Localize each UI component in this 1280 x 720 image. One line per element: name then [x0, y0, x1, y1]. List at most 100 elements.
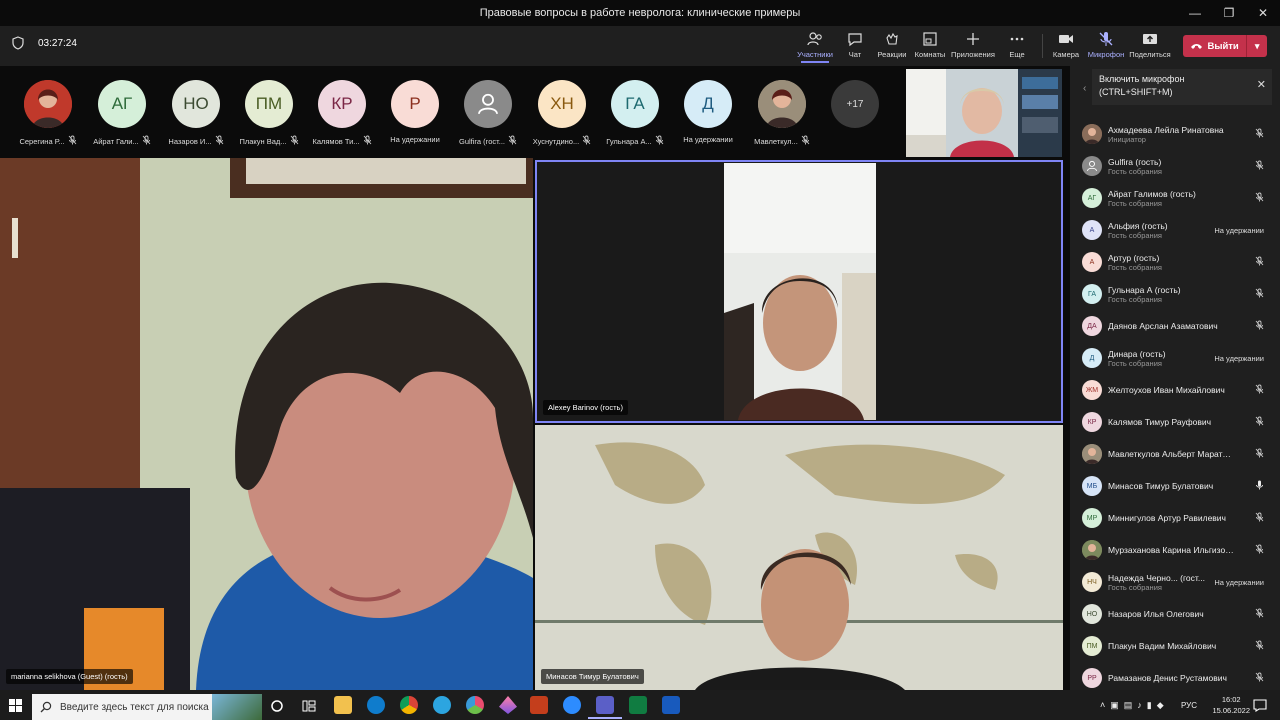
participant-row[interactable]: Gulfira (гость) Гость собрания — [1082, 151, 1272, 181]
chrome-icon[interactable] — [400, 696, 418, 714]
strip-participant-name: Хуснутдино... — [533, 135, 591, 147]
rooms-label: Комнаты — [914, 50, 946, 59]
telegram-icon[interactable] — [433, 696, 451, 714]
on-hold-status: На удержании — [1214, 577, 1264, 587]
strip-participant[interactable]: +17 — [819, 80, 891, 128]
mic-off-icon — [1255, 512, 1264, 524]
mic-off-icon — [1255, 160, 1264, 172]
self-video-tile[interactable] — [906, 69, 1062, 157]
participant-row[interactable]: Д Динара (гость) Гость собрания На удержани… — [1082, 343, 1272, 373]
excel-icon[interactable] — [629, 696, 647, 714]
people-icon — [807, 32, 822, 46]
participant-row[interactable]: Ахмадеева Лейла Ринатовна Инициатор — [1082, 119, 1272, 149]
task-view-icon[interactable] — [302, 699, 316, 713]
participant-row[interactable]: А Альфия (гость) Гость собрания На удержани… — [1082, 215, 1272, 245]
edge-icon[interactable] — [367, 696, 385, 714]
strip-participant[interactable]: Р На удержании — [379, 80, 451, 144]
strip-participant[interactable]: Серегина Р... — [12, 80, 84, 147]
powerpoint-icon[interactable] — [530, 696, 548, 714]
participant-row[interactable]: Мавлеткулов Альберт Марато... — [1082, 439, 1272, 469]
participant-row[interactable]: РР Рамазанов Денис Рустамович — [1082, 663, 1272, 693]
strip-participant[interactable]: ГА Гульнара А... — [599, 80, 671, 147]
participant-name: Артур (гость) — [1108, 252, 1160, 263]
more-label: Еще — [1009, 50, 1025, 59]
leave-options-button[interactable]: ▾ — [1247, 41, 1267, 52]
avatar: Д — [684, 80, 732, 128]
close-window-button[interactable]: ✕ — [1246, 0, 1280, 26]
video-tile-bottom-right[interactable]: Минасов Тимур Булатович — [535, 425, 1063, 690]
participant-name: Мурзаханова Карина Ильгизов... — [1108, 545, 1234, 555]
participant-row[interactable]: КР Калямов Тимур Рауфович — [1082, 407, 1272, 437]
avatar: ПМ — [245, 80, 293, 128]
avatar: НО — [172, 80, 220, 128]
strip-participant[interactable]: Gulfira (гост... — [452, 80, 524, 147]
camera-button[interactable]: Камера — [1044, 30, 1088, 59]
file-explorer-icon[interactable] — [334, 696, 352, 714]
participant-row[interactable]: МР Миннигулов Артур Равилевич — [1082, 503, 1272, 533]
participant-avatar: КР — [1082, 412, 1102, 432]
chat-icon — [848, 33, 862, 47]
windows-start-icon[interactable] — [9, 699, 22, 712]
zoom-icon[interactable] — [563, 696, 581, 714]
participant-row[interactable]: НЧ Надежда Черно... (гост... Гость собрани… — [1082, 567, 1272, 597]
window-title: Правовые вопросы в работе невролога: кли… — [479, 7, 801, 19]
participant-avatar: Д — [1082, 348, 1102, 368]
leave-button[interactable]: Выйти ▾ — [1183, 35, 1267, 57]
panel-back-icon[interactable]: ‹ — [1083, 83, 1086, 94]
strip-participant[interactable]: КР Калямов Ти... — [306, 80, 378, 147]
participant-row[interactable]: АГ Айрат Галимов (гость) Гость собрания — [1082, 183, 1272, 213]
minimize-button[interactable]: — — [1178, 0, 1212, 26]
participant-name-tag: Минасов Тимур Булатович — [541, 669, 644, 684]
tray-icons[interactable]: ˄ ▣ ▤ ♪ ▮ ◆ — [1100, 700, 1164, 711]
strip-participant[interactable]: АГ Айрат Гали... — [86, 80, 158, 147]
mic-button[interactable]: Микрофон — [1084, 30, 1128, 59]
language-indicator[interactable]: РУС — [1181, 701, 1197, 710]
participant-row[interactable]: МБ Минасов Тимур Булатович — [1082, 471, 1272, 501]
participant-row[interactable]: ГА Гульнара А (гость) Гость собрания — [1082, 279, 1272, 309]
participants-button[interactable]: Участники — [793, 30, 837, 63]
clock[interactable]: 16:02 15.06.2022 — [1212, 694, 1250, 716]
apps-button[interactable]: Приложения — [951, 30, 995, 59]
active-app-indicator — [588, 717, 622, 719]
participant-row[interactable]: Мурзаханова Карина Ильгизов... — [1082, 535, 1272, 565]
mic-label: Микрофон — [1087, 50, 1125, 59]
photos-app-icon[interactable] — [466, 696, 484, 714]
participant-role: Инициатор — [1108, 134, 1146, 144]
strip-participant[interactable]: Мавлеткул... — [746, 80, 818, 147]
close-icon[interactable]: ✕ — [1257, 79, 1266, 92]
participant-row[interactable]: А Артур (гость) Гость собрания — [1082, 247, 1272, 277]
strip-participant[interactable]: ХН Хуснутдино... — [526, 80, 598, 147]
video-tile-left[interactable]: marianna selikhova (Guest) (гость) — [0, 158, 533, 690]
share-button[interactable]: Поделиться — [1128, 30, 1172, 59]
participant-row[interactable]: ЖМ Желтоухов Иван Михайлович — [1082, 375, 1272, 405]
search-icon — [40, 701, 52, 713]
teams-icon[interactable] — [596, 696, 614, 714]
leave-main[interactable]: Выйти — [1183, 41, 1246, 52]
word-icon[interactable] — [662, 696, 680, 714]
share-icon — [1143, 34, 1157, 44]
taskbar-search[interactable]: Введите здесь текст для поиска — [32, 694, 262, 720]
strip-participant[interactable]: Д На удержании — [672, 80, 744, 144]
participant-row[interactable]: ПМ Плакун Вадим Михайлович — [1082, 631, 1272, 661]
cortana-icon[interactable] — [270, 699, 284, 713]
notification-icon[interactable] — [1253, 699, 1267, 712]
camera-icon — [1059, 35, 1073, 43]
strip-participant-name: Мавлеткул... — [754, 135, 810, 147]
more-button[interactable]: Еще — [995, 30, 1039, 59]
strip-participant-name: Плакун Вад... — [239, 135, 298, 147]
participant-name: Айрат Галимов (гость) — [1108, 188, 1196, 199]
participant-row[interactable]: НО Назаров Илья Олегович — [1082, 599, 1272, 629]
participant-row[interactable]: ДА Даянов Арслан Азаматович — [1082, 311, 1272, 341]
strip-participant[interactable]: ПМ Плакун Вад... — [233, 80, 305, 147]
maximize-button[interactable]: ❐ — [1212, 0, 1246, 26]
apps-label: Приложения — [951, 50, 995, 59]
mic-off-icon — [1255, 544, 1264, 556]
search-highlight-image — [212, 694, 262, 720]
participant-avatar — [1082, 124, 1102, 144]
phone-hangup-icon — [1191, 44, 1203, 49]
mic-off-icon — [582, 135, 591, 147]
avatar: ГА — [611, 80, 659, 128]
strip-participant[interactable]: НО Назаров И... — [160, 80, 232, 147]
video-tile-top-right[interactable]: Alexey Barinov (гость) — [535, 160, 1063, 423]
rooms-button[interactable]: Комнаты — [908, 30, 952, 59]
